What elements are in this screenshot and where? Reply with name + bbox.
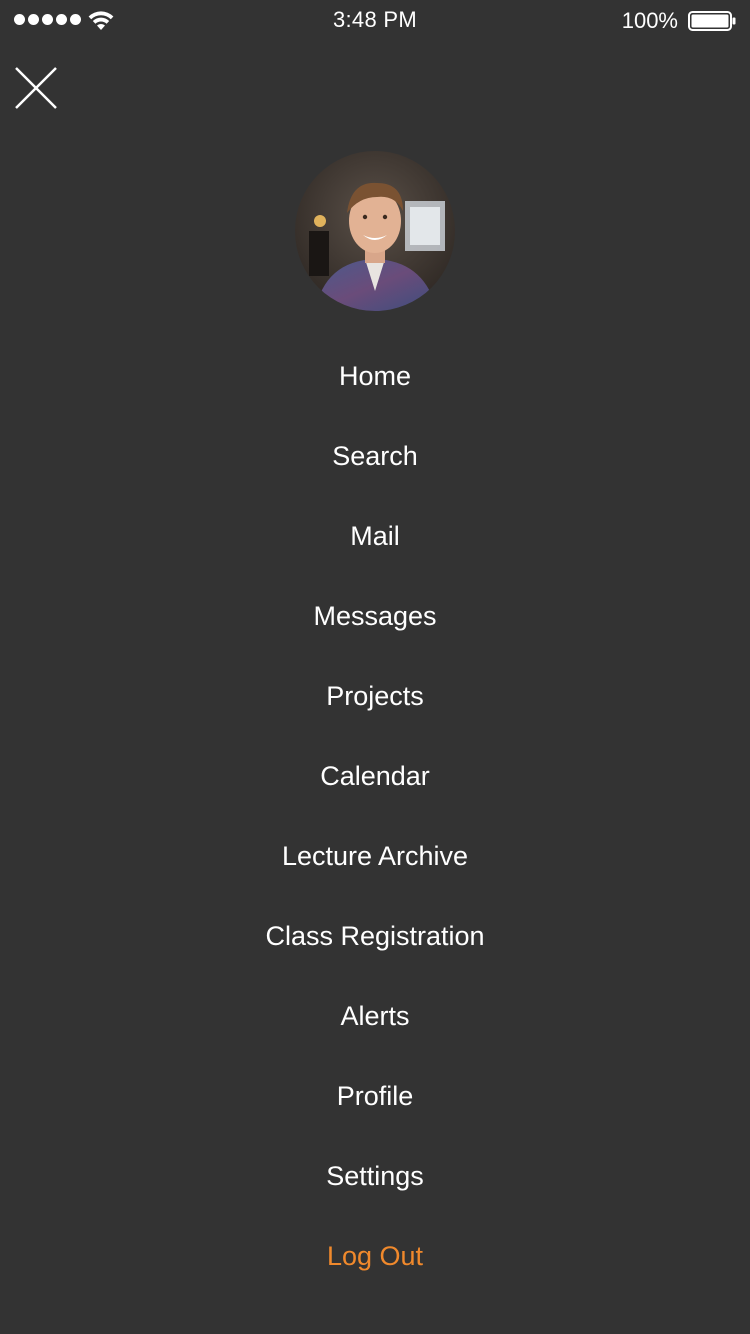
- avatar[interactable]: [295, 151, 455, 311]
- close-icon: [15, 67, 57, 109]
- menu-item-class-registration[interactable]: Class Registration: [0, 896, 750, 976]
- menu-item-profile[interactable]: Profile: [0, 1056, 750, 1136]
- menu-item-mail[interactable]: Mail: [0, 496, 750, 576]
- menu-item-calendar[interactable]: Calendar: [0, 736, 750, 816]
- menu-item-messages[interactable]: Messages: [0, 576, 750, 656]
- battery-icon: [688, 11, 736, 31]
- user-avatar-photo: [295, 151, 455, 311]
- main-menu: Home Search Mail Messages Projects Calen…: [0, 336, 750, 1296]
- menu-item-alerts[interactable]: Alerts: [0, 976, 750, 1056]
- close-button[interactable]: [14, 66, 58, 110]
- menu-item-settings[interactable]: Settings: [0, 1136, 750, 1216]
- status-bar: 3:48 PM 100%: [0, 0, 750, 40]
- menu-item-search[interactable]: Search: [0, 416, 750, 496]
- logout-button[interactable]: Log Out: [0, 1216, 750, 1296]
- menu-item-home[interactable]: Home: [0, 336, 750, 416]
- battery-percentage: 100%: [621, 8, 678, 33]
- menu-item-lecture-archive[interactable]: Lecture Archive: [0, 816, 750, 896]
- menu-item-projects[interactable]: Projects: [0, 656, 750, 736]
